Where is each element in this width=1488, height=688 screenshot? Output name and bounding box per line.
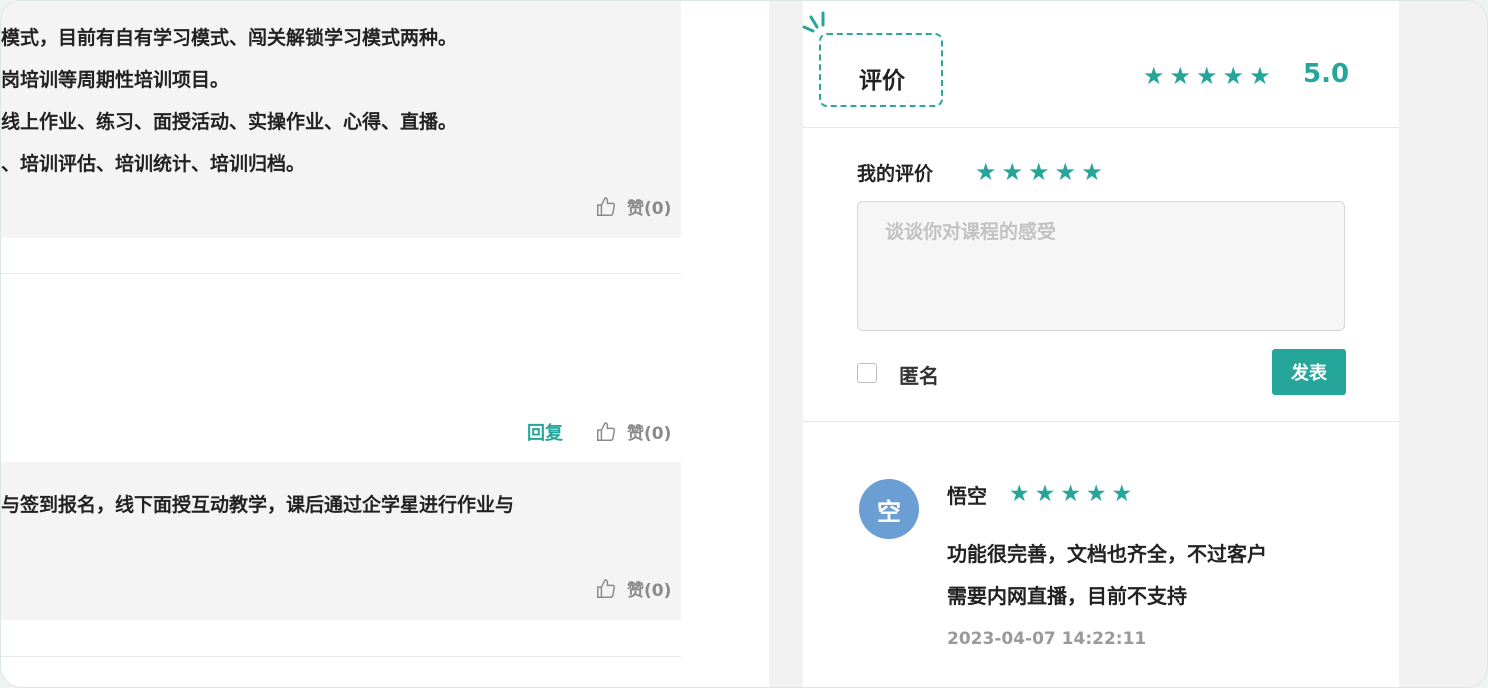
my-review-label: 我的评价 [857, 163, 934, 185]
review-text-line: 需要内网直播，目前不支持 [947, 584, 1187, 608]
comment-list: 模式，目前有自有学习模式、闯关解锁学习模式两种。 岗培训等周期性培训项目。 线上… [1, 1, 681, 687]
like-count: 赞(0) [627, 581, 672, 601]
anonymous-label[interactable]: 匿名 [899, 360, 939, 389]
review-textarea[interactable]: 谈谈你对课程的感受 [857, 201, 1345, 331]
review-text-line: 功能很完善，文档也齐全，不过客户 [947, 542, 1267, 566]
panel-gutter [769, 1, 803, 687]
star-icon[interactable]: ★ [1055, 158, 1077, 186]
submit-button[interactable]: 发表 [1272, 349, 1346, 395]
review-placeholder: 谈谈你对课程的感受 [885, 221, 1057, 243]
divider [803, 127, 1399, 128]
star-icon: ★ [1009, 481, 1030, 507]
star-icon: ★ [1222, 62, 1245, 90]
like-button[interactable]: 赞(0) [595, 419, 671, 444]
divider [1, 656, 681, 657]
star-icon: ★ [1085, 481, 1107, 507]
sparkle-icon [802, 11, 825, 33]
like-count: 赞(0) [627, 199, 672, 219]
overall-rating-stars: ★ ★ ★ ★ ★ [1143, 62, 1271, 90]
reply-text-line: 线上作业、练习、面授活动、实操作业、心得、直播。 [1, 111, 458, 133]
star-icon: ★ [1249, 62, 1271, 90]
thumbs-up-icon [597, 421, 616, 441]
reply-button[interactable]: 回复 [527, 419, 563, 445]
star-icon: ★ [1169, 62, 1192, 90]
reply-text-line: 与签到报名，线下面授互动教学，课后通过企学星进行作业与 [1, 494, 515, 516]
star-icon: ★ [1060, 481, 1081, 507]
app-frame: 模式，目前有自有学习模式、闯关解锁学习模式两种。 岗培训等周期性培训项目。 线上… [0, 0, 1488, 688]
reviewer-rating-stars: ★ ★ ★ ★ ★ [1009, 481, 1132, 507]
thumbs-up-icon [597, 196, 616, 216]
reply-text-line: 岗培训等周期性培训项目。 [1, 69, 230, 91]
avatar: 空 [859, 479, 919, 539]
panel-gutter [1399, 1, 1487, 687]
star-icon[interactable]: ★ [1002, 158, 1024, 186]
comment-reply-block: 与签到报名，线下面授互动教学，课后通过企学星进行作业与 赞(0) [1, 462, 681, 620]
like-button[interactable]: 赞(0) [595, 194, 671, 219]
divider [1, 273, 681, 274]
star-icon[interactable]: ★ [1028, 158, 1050, 186]
review-date: 2023-04-07 14:22:11 [947, 629, 1147, 649]
star-icon[interactable]: ★ [975, 158, 997, 186]
reviewer-name: 悟空 [947, 484, 987, 508]
thumbs-up-icon [597, 578, 616, 598]
like-count: 赞(0) [627, 424, 672, 444]
star-icon: ★ [1034, 481, 1056, 507]
comment-reply-block: 模式，目前有自有学习模式、闯关解锁学习模式两种。 岗培训等周期性培训项目。 线上… [1, 1, 681, 238]
star-icon: ★ [1143, 62, 1165, 90]
my-rating-stars[interactable]: ★ ★ ★ ★ ★ [975, 158, 1103, 186]
like-button[interactable]: 赞(0) [595, 576, 671, 601]
overall-score: 5.0 [1303, 59, 1350, 89]
review-title: 评价 [859, 68, 905, 94]
star-icon: ★ [1111, 481, 1133, 507]
divider [803, 421, 1399, 422]
star-icon: ★ [1196, 62, 1218, 90]
reply-text-line: 模式，目前有自有学习模式、闯关解锁学习模式两种。 [1, 27, 458, 49]
reply-text-line: 、培训评估、培训统计、培训归档。 [1, 153, 306, 175]
star-icon[interactable]: ★ [1081, 158, 1103, 186]
anonymous-checkbox[interactable] [857, 363, 877, 383]
